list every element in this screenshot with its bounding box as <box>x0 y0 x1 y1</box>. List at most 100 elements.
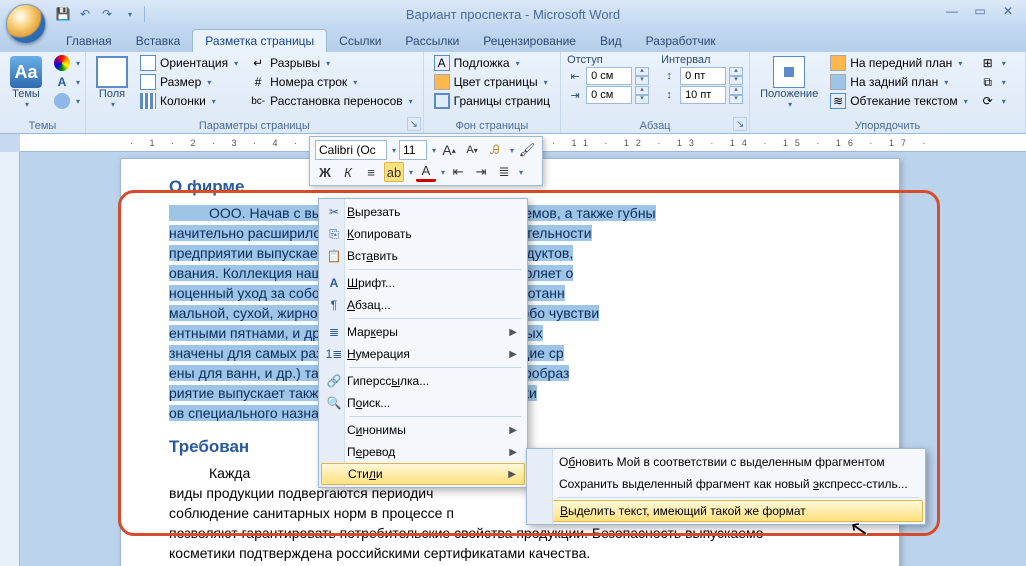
page-color-button[interactable]: Цвет страницы▾ <box>430 73 554 91</box>
ctx-cut[interactable]: ✂Вырезать <box>321 201 525 223</box>
quick-access-toolbar: 💾 ↶ ↷ ▾ <box>54 5 147 23</box>
bring-front-button[interactable]: На передний план▾ <box>826 54 972 72</box>
margins-button[interactable]: Поля▾ <box>92 54 132 111</box>
theme-colors-button[interactable]: ▾ <box>50 54 84 72</box>
group-objects-button[interactable]: ⧉▾ <box>976 73 1010 91</box>
mini-font-size[interactable] <box>399 140 427 160</box>
tab-insert[interactable]: Вставка <box>124 30 193 52</box>
size-icon <box>140 74 156 90</box>
ctx-paste[interactable]: 📋Вставить <box>321 245 525 267</box>
ctx-copy[interactable]: ⎘Копировать <box>321 223 525 245</box>
space-before-icon: ↕ <box>661 68 677 84</box>
save-icon[interactable]: 💾 <box>54 5 72 23</box>
theme-effects-button[interactable]: ▾ <box>50 92 84 110</box>
ctx-numbering[interactable]: 1≣Нумерация▶ <box>321 343 525 365</box>
watermark-button[interactable]: AПодложка▾ <box>430 54 554 72</box>
vertical-ruler[interactable] <box>0 152 20 566</box>
hyphenation-button[interactable]: bc‑Расстановка переносов▾ <box>246 92 417 110</box>
sub-save-style[interactable]: Сохранить выделенный фрагмент как новый … <box>529 473 923 495</box>
page-borders-icon <box>434 93 450 109</box>
rotate-icon: ⟳ <box>980 93 996 109</box>
indent-left-icon: ⇤ <box>567 68 583 84</box>
indent-right[interactable]: ⇥▴▾ <box>567 86 649 104</box>
orientation-button[interactable]: Ориентация▾ <box>136 54 242 72</box>
sub-update-style[interactable]: Обновить Мой в соответствии с выделенным… <box>529 451 923 473</box>
text-wrap-icon: ≋ <box>830 93 846 109</box>
align-button[interactable]: ⊞▾ <box>976 54 1010 72</box>
format-painter-icon[interactable]: 🖌 <box>517 140 537 160</box>
space-after[interactable]: ↕▴▾ <box>661 86 743 104</box>
ribbon: Aa Темы ▾ ▾ A▾ ▾ Темы Поля▾ Ориентация▾ … <box>0 52 1026 134</box>
redo-icon[interactable]: ↷ <box>98 5 116 23</box>
group-icon: ⧉ <box>980 74 996 90</box>
page-setup-dialog[interactable]: ↘ <box>407 117 421 131</box>
undo-icon[interactable]: ↶ <box>76 5 94 23</box>
align-center-icon[interactable]: ≡ <box>361 162 381 182</box>
indent-heading: Отступ <box>567 54 649 66</box>
grow-font-icon[interactable]: A▴ <box>439 140 459 160</box>
ctx-find[interactable]: 🔍Поиск... <box>321 392 525 414</box>
rotate-button[interactable]: ⟳▾ <box>976 92 1010 110</box>
bold-icon[interactable]: Ж <box>315 162 335 182</box>
tab-view[interactable]: Вид <box>588 30 634 52</box>
ctx-paragraph[interactable]: ¶Абзац... <box>321 294 525 316</box>
font-icon: A <box>321 276 347 290</box>
italic-icon[interactable]: К <box>338 162 358 182</box>
watermark-icon: A <box>434 55 450 71</box>
effects-icon <box>54 93 70 109</box>
size-button[interactable]: Размер▾ <box>136 73 242 91</box>
line-numbers-button[interactable]: #Номера строк▾ <box>246 73 417 91</box>
orientation-icon <box>140 55 156 71</box>
styles-icon[interactable]: Ꭿ <box>485 140 505 160</box>
spacing-heading: Интервал <box>661 54 743 66</box>
send-back-button[interactable]: На задний план▾ <box>826 73 972 91</box>
ribbon-tabs: Главная Вставка Разметка страницы Ссылки… <box>0 28 1026 52</box>
position-icon <box>773 56 805 88</box>
window-title: Вариант проспекта - Microsoft Word <box>406 7 620 22</box>
decrease-indent-icon[interactable]: ⇤ <box>448 162 468 182</box>
page-borders-button[interactable]: Границы страниц <box>430 92 554 110</box>
tab-home[interactable]: Главная <box>54 30 124 52</box>
close-button[interactable]: ✕ <box>996 2 1020 20</box>
ctx-bullets[interactable]: ≣Маркеры▶ <box>321 321 525 343</box>
ctx-styles[interactable]: Стили▶ <box>321 463 525 485</box>
text-wrap-button[interactable]: ≋Обтекание текстом▾ <box>826 92 972 110</box>
qat-customize-icon[interactable]: ▾ <box>120 5 138 23</box>
fonts-icon: A <box>54 74 70 90</box>
maximize-button[interactable]: ▭ <box>968 2 992 20</box>
breaks-button[interactable]: ↵Разрывы▾ <box>246 54 417 72</box>
increase-indent-icon[interactable]: ⇥ <box>471 162 491 182</box>
font-color-icon[interactable]: A <box>416 162 436 182</box>
hyperlink-icon: 🔗 <box>321 374 347 388</box>
tab-references[interactable]: Ссылки <box>327 30 393 52</box>
themes-button[interactable]: Aa Темы ▾ <box>6 54 46 111</box>
mini-font-name[interactable] <box>315 140 387 160</box>
breaks-icon: ↵ <box>250 55 266 71</box>
tab-mailings[interactable]: Рассылки <box>393 30 471 52</box>
position-button[interactable]: Положение▾ <box>756 54 822 111</box>
minimize-button[interactable]: — <box>940 2 964 20</box>
mini-size-dd[interactable]: ▾ <box>432 146 436 155</box>
group-label: Абзац <box>567 118 743 133</box>
columns-button[interactable]: Колонки▾ <box>136 92 242 110</box>
ctx-font[interactable]: AШрифт... <box>321 272 525 294</box>
colors-icon <box>54 55 70 71</box>
office-button[interactable] <box>6 4 46 44</box>
paragraph-dialog[interactable]: ↘ <box>733 117 747 131</box>
indent-left[interactable]: ⇤▴▾ <box>567 67 649 85</box>
bullets-icon[interactable]: ≣ <box>494 162 514 182</box>
mini-font-dd[interactable]: ▾ <box>392 146 396 155</box>
tab-page-layout[interactable]: Разметка страницы <box>192 29 327 52</box>
ctx-hyperlink[interactable]: 🔗Гиперссылка... <box>321 370 525 392</box>
ctx-translate[interactable]: Перевод▶ <box>321 441 525 463</box>
ctx-synonyms[interactable]: Синонимы▶ <box>321 419 525 441</box>
cut-icon: ✂ <box>321 205 347 219</box>
highlight-icon[interactable]: ab <box>384 162 404 182</box>
space-before[interactable]: ↕▴▾ <box>661 67 743 85</box>
group-label: Фон страницы <box>430 118 554 133</box>
tab-review[interactable]: Рецензирование <box>471 30 588 52</box>
theme-fonts-button[interactable]: A▾ <box>50 73 84 91</box>
copy-icon: ⎘ <box>321 227 347 242</box>
shrink-font-icon[interactable]: A▾ <box>462 140 482 160</box>
tab-developer[interactable]: Разработчик <box>634 30 728 52</box>
